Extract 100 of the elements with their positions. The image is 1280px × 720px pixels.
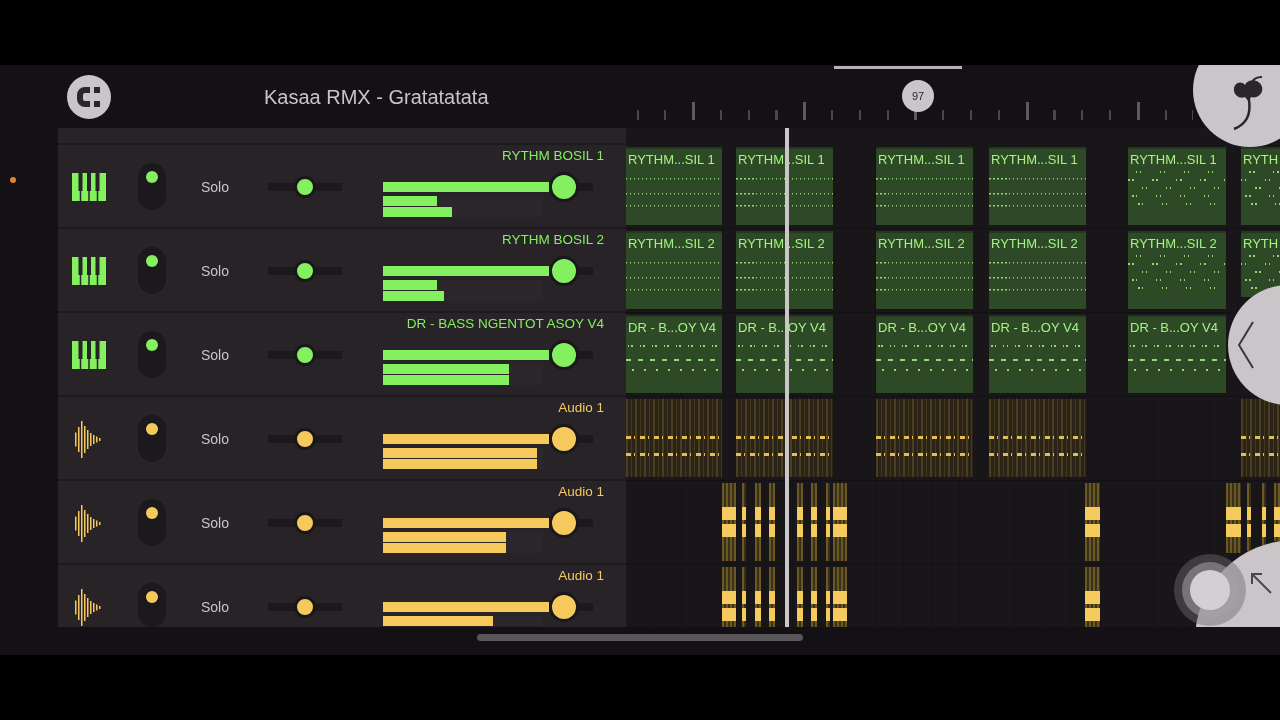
audio-clip[interactable] [876, 399, 973, 477]
solo-button[interactable]: Solo [201, 179, 230, 195]
track-name: Audio 1 [558, 484, 604, 500]
audio-clip[interactable] [736, 399, 833, 477]
waveform-icon [74, 505, 102, 542]
magnet-icon [77, 85, 101, 108]
slider-thumb[interactable] [294, 344, 316, 366]
waveform-icon [74, 589, 102, 626]
track-toggle-switch[interactable] [138, 247, 166, 294]
clip-label: RYTHM...SIL 2 [991, 236, 1078, 251]
slider-thumb[interactable] [548, 508, 579, 538]
track-toggle-switch[interactable] [138, 163, 166, 210]
clip-label: DR - B...OY V4 [628, 320, 716, 335]
slider-thumb[interactable] [548, 424, 579, 454]
audio-clip[interactable] [742, 483, 746, 561]
solo-button[interactable]: Solo [201, 515, 230, 531]
pattern-clip[interactable]: RYTHM...SIL 2 [1128, 231, 1226, 309]
audio-clip[interactable] [797, 483, 803, 561]
pattern-clip[interactable]: RYTHM...SIL 2 [989, 231, 1086, 309]
clip-label: RYTHM...SIL 1 [991, 152, 1078, 167]
pattern-clip[interactable]: DR - B...OY V4 [1128, 315, 1226, 393]
slider-thumb[interactable] [548, 340, 579, 370]
audio-clip[interactable] [1247, 483, 1251, 551]
project-title: Kasaa RMX - Gratatatata [264, 84, 489, 109]
waveform-icon [74, 421, 102, 458]
track-toggle-switch[interactable] [138, 583, 166, 627]
slider-thumb[interactable] [294, 428, 316, 450]
slider-thumb[interactable] [294, 596, 316, 618]
solo-button[interactable]: Solo [201, 347, 230, 363]
chevron-left-icon [1238, 321, 1254, 369]
audio-clip[interactable] [755, 567, 761, 627]
clip-label: DR - B...OY V4 [1130, 320, 1218, 335]
piano-keys-icon [72, 173, 106, 201]
solo-button[interactable]: Solo [201, 431, 230, 447]
audio-clip[interactable] [833, 483, 847, 561]
arrow-up-left-icon [1250, 572, 1272, 594]
track-name: RYTHM BOSIL 1 [501, 148, 604, 164]
clip-label: RYTHM...SIL 1 [878, 152, 965, 167]
pattern-clip[interactable]: RYTHM...SIL 1 [626, 147, 722, 225]
clip-label: RYTHM...SIL 1 [1130, 152, 1217, 167]
audio-clip[interactable] [742, 567, 746, 627]
pattern-clip[interactable]: RYTH [1241, 231, 1280, 297]
slider-thumb[interactable] [548, 256, 579, 286]
pattern-clip[interactable]: DR - B...OY V4 [989, 315, 1086, 393]
clip-label: RYTH [1243, 236, 1279, 251]
audio-clip[interactable] [1085, 483, 1100, 561]
pattern-clip[interactable]: RYTHM...SIL 1 [989, 147, 1086, 225]
pattern-clip[interactable]: RYTHM...SIL 2 [626, 231, 722, 309]
track-name: Audio 1 [558, 568, 604, 584]
position-marker[interactable]: 97 [902, 80, 934, 112]
slider-thumb[interactable] [294, 176, 316, 198]
solo-button[interactable]: Solo [201, 263, 230, 279]
slider-thumb[interactable] [548, 172, 579, 202]
audio-clip[interactable] [826, 483, 830, 561]
pattern-clip[interactable]: RYTHM...SIL 1 [876, 147, 973, 225]
audio-clip[interactable] [722, 567, 736, 627]
clip-label: DR - B...OY V4 [991, 320, 1079, 335]
clip-label: DR - B...OY V4 [878, 320, 966, 335]
clip-label: RYTH [1243, 152, 1279, 167]
pattern-clip[interactable]: RYTHM...SIL 2 [876, 231, 973, 309]
track-name: Audio 1 [558, 400, 604, 416]
audio-clip[interactable] [1085, 567, 1100, 627]
clip-label: RYTHM...SIL 1 [628, 152, 715, 167]
audio-clip[interactable] [1262, 483, 1266, 545]
indicator-dot [10, 177, 16, 183]
clip-label: RYTHM...SIL 2 [878, 236, 965, 251]
slider-thumb[interactable] [548, 592, 579, 622]
pattern-clip[interactable]: RYTHM...SIL 1 [1128, 147, 1226, 225]
audio-clip[interactable] [797, 567, 803, 627]
track-toggle-switch[interactable] [138, 331, 166, 378]
track-toggle-switch[interactable] [138, 499, 166, 546]
floating-button[interactable] [1174, 554, 1246, 626]
solo-button[interactable]: Solo [201, 599, 230, 615]
magnet-button[interactable] [67, 74, 111, 119]
audio-clip[interactable] [833, 567, 847, 627]
clip-label: RYTHM...SIL 2 [1130, 236, 1217, 251]
pattern-clip[interactable]: DR - B...OY V4 [626, 315, 722, 393]
slider-thumb[interactable] [294, 260, 316, 282]
audio-clip[interactable] [1241, 399, 1280, 477]
audio-clip[interactable] [1274, 483, 1280, 541]
audio-clip[interactable] [626, 399, 722, 477]
pattern-clip[interactable]: DR - B...OY V4 [876, 315, 973, 393]
track-name: RYTHM BOSIL 2 [501, 232, 604, 248]
slider-thumb[interactable] [294, 512, 316, 534]
audio-clip[interactable] [769, 483, 775, 561]
pattern-clip[interactable]: RYTH [1241, 147, 1280, 225]
track-name: DR - BASS NGENTOT ASOY V4 [406, 316, 604, 332]
audio-clip[interactable] [989, 399, 1086, 477]
audio-clip[interactable] [826, 567, 830, 627]
horizontal-scrollbar[interactable] [477, 634, 803, 641]
audio-clip[interactable] [811, 483, 817, 561]
audio-clip[interactable] [1226, 483, 1241, 553]
piano-keys-icon [72, 257, 106, 285]
clip-label: RYTHM...SIL 2 [628, 236, 715, 251]
track-toggle-switch[interactable] [138, 415, 166, 462]
audio-clip[interactable] [755, 483, 761, 561]
audio-clip[interactable] [769, 567, 775, 627]
piano-keys-icon [72, 341, 106, 369]
audio-clip[interactable] [811, 567, 817, 627]
audio-clip[interactable] [722, 483, 736, 561]
